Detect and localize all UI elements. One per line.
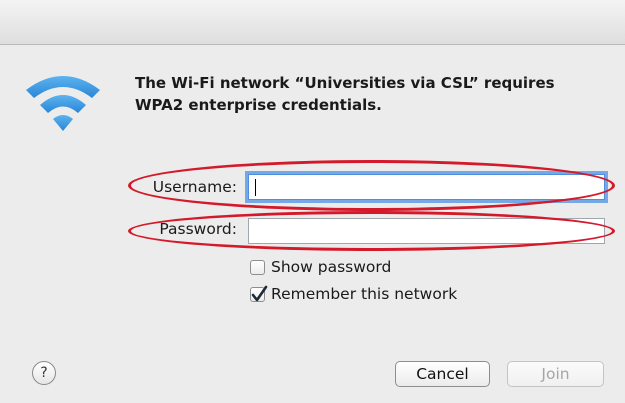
wifi-credentials-dialog: The Wi-Fi network “Universities via CSL”… [0, 0, 625, 403]
password-label: Password: [159, 220, 237, 238]
join-button[interactable]: Join [507, 361, 604, 387]
wifi-icon [26, 76, 100, 131]
username-label: Username: [152, 178, 237, 196]
title-bar[interactable] [0, 0, 625, 45]
dialog-message: The Wi-Fi network “Universities via CSL”… [135, 74, 555, 114]
checkmark-icon [251, 285, 268, 301]
remember-network-checkbox-row[interactable]: Remember this network [250, 284, 457, 304]
password-field[interactable] [248, 218, 605, 244]
remember-network-label: Remember this network [271, 285, 458, 303]
remember-network-checkbox[interactable] [250, 285, 268, 302]
show-password-label: Show password [271, 258, 392, 276]
show-password-checkbox-row[interactable]: Show password [250, 257, 391, 277]
show-password-checkbox[interactable] [250, 259, 265, 275]
help-button[interactable]: ? [32, 361, 56, 385]
text-caret [255, 179, 256, 196]
cancel-button[interactable]: Cancel [395, 361, 490, 387]
username-field[interactable] [248, 174, 605, 200]
